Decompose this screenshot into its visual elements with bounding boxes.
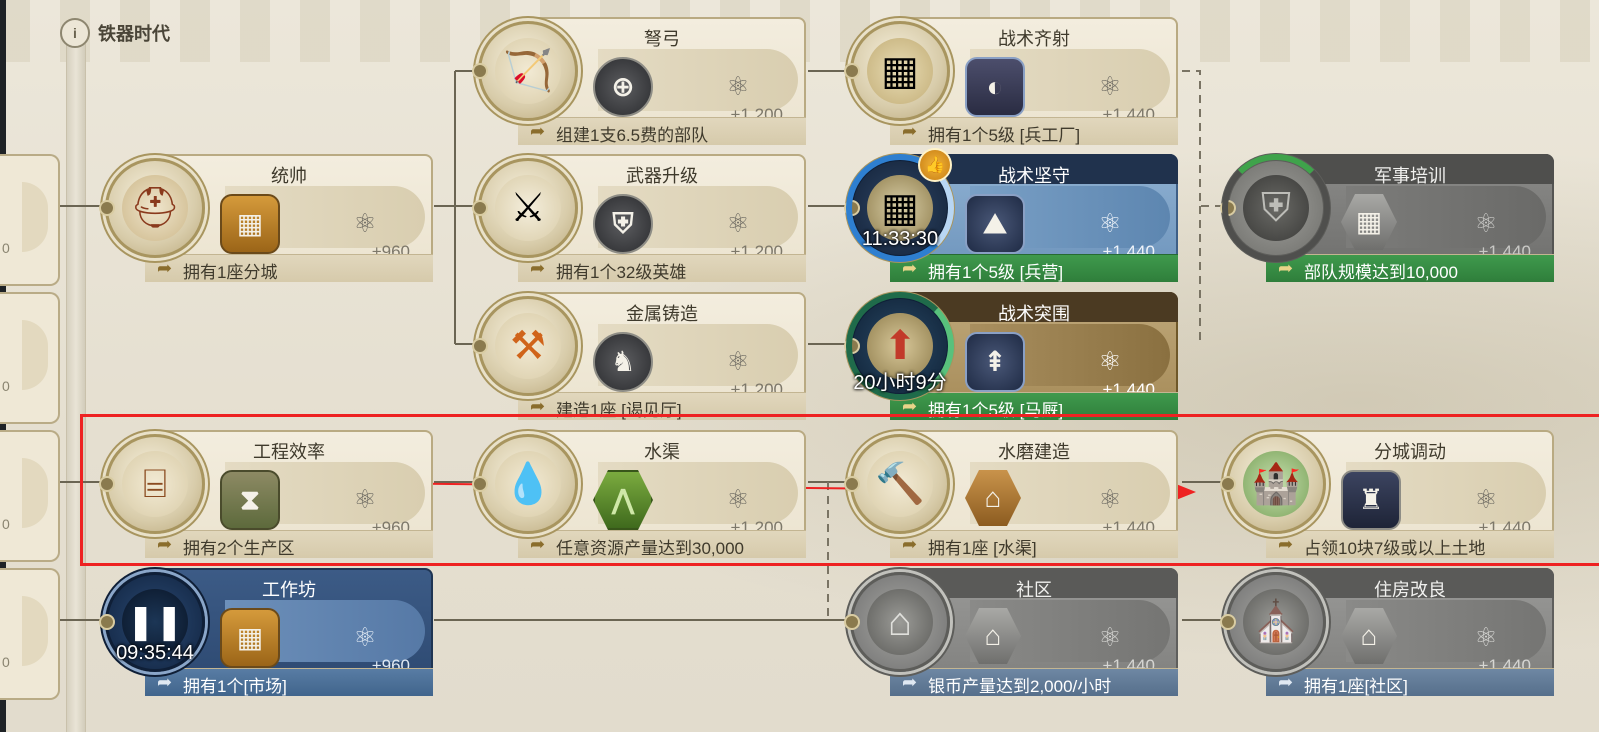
research-points-icon: ⚛ <box>1098 622 1122 652</box>
requirement: 部队规模达到10,000 <box>1304 263 1458 282</box>
requirement: 拥有1座[社区] <box>1304 677 1408 696</box>
tech-card-volley[interactable]: 战术齐射 ◐ ⚛ +1,440 ➦ 拥有1个5级 [兵工厂] ▦ <box>844 17 1180 145</box>
tech-title: 住房改良 <box>1374 580 1446 600</box>
research-timer: 11:33:30 <box>861 228 939 250</box>
crossbow-icon: 🏹 <box>478 21 578 121</box>
research-points-icon: ⚛ <box>726 346 750 376</box>
helmet-icon: ◐ <box>965 57 1025 117</box>
research-points-icon: ⚛ <box>726 208 750 238</box>
recommend-icon: 👍 <box>918 148 952 182</box>
annotation-highlight-box <box>80 414 1599 566</box>
helmet-icon: ⊕ <box>593 57 653 117</box>
defense-icon: ⛰ <box>965 194 1025 254</box>
tech-card-tactical-breakout[interactable]: 战术突围 ⇞ ⚛ +1,440 ➦ 拥有1个5级 [马厩] ⬆ 20小时9分 <box>844 292 1180 420</box>
stub-cost: 0 <box>2 240 10 256</box>
building-icon: ▦ <box>220 194 280 254</box>
shield-icon: ⛨ <box>593 194 653 254</box>
research-points-icon: ⚛ <box>1474 622 1498 652</box>
research-points-icon: ⚛ <box>1098 208 1122 238</box>
tech-card-housing-improvement[interactable]: 住房改良 ⌂ ⚛ +1,440 ➦ 拥有1座[社区] ⛪ <box>1220 568 1556 696</box>
tech-card-community[interactable]: 社区 ⌂ ⚛ +1,440 ➦ 银币产量达到2,000/小时 ⌂ <box>844 568 1180 696</box>
stub-cost: 0 <box>2 516 10 532</box>
tech-card-commander[interactable]: 统帅 ▦ ⚛ +960 ➦ 拥有1座分城 ⛑ <box>99 154 435 282</box>
tech-card-military-training[interactable]: 军事培训 ▦ ⚛ +1,440 ➦ 部队规模达到10,000 ⛨ <box>1220 154 1556 282</box>
helmet-icon: ⛑ <box>105 158 205 258</box>
requirement: 组建1支6.5费的部队 <box>556 126 709 145</box>
forge-icon: ⚒ <box>478 296 578 396</box>
research-points-icon: ⚛ <box>353 208 377 238</box>
requirement: 拥有1座分城 <box>183 263 278 282</box>
partial-card[interactable]: 0 <box>0 430 60 562</box>
arrow-icon: ⇞ <box>965 332 1025 392</box>
tech-title: 社区 <box>1016 580 1052 600</box>
tech-card-weapon-upgrade[interactable]: 武器升级 ⛨ ⚛ +1,200 ➦ 拥有1个32级英雄 ⚔ <box>472 154 808 282</box>
tech-card-metal-casting[interactable]: 金属铸造 ♞ ⚛ +1,200 ➦ 建造1座 [谒见厅] ⚒ <box>472 292 808 420</box>
horse-icon: ♞ <box>593 332 653 392</box>
stub-cost: 0 <box>2 378 10 394</box>
saber-icon: ⚔ <box>478 158 578 258</box>
research-timer: 09:35:44 <box>116 642 194 664</box>
stub-cost: 0 <box>2 654 10 670</box>
formation-icon: ▦ <box>850 21 950 121</box>
tech-title: 军事培训 <box>1374 166 1446 186</box>
tech-card-workshop[interactable]: 工作坊 ▦ ⚛ +960 ➦ 拥有1个[市场] ❚❚ 09:35:44 <box>99 568 435 696</box>
requirement: 拥有1个5级 [兵营] <box>928 263 1064 282</box>
tech-tree-canvas[interactable]: i 铁器时代 0 0 0 0 弩弓 ⊕ ⚛ +1,200 ➦ 组建1支6.5费的… <box>0 0 1599 732</box>
partial-card[interactable]: 0 <box>0 154 60 286</box>
requirement: 拥有1个[市场] <box>183 677 287 696</box>
building-icon: ▦ <box>220 608 280 668</box>
requirement: 拥有1个5级 [兵工厂] <box>928 126 1081 145</box>
research-points-icon: ⚛ <box>1474 208 1498 238</box>
partial-card[interactable]: 0 <box>0 568 60 700</box>
research-points-icon: ⚛ <box>353 622 377 652</box>
requirement: 拥有1个32级英雄 <box>556 263 687 282</box>
research-points-icon: ⚛ <box>1098 346 1122 376</box>
research-timer: 20小时9分 <box>853 372 947 394</box>
requirement: 银币产量达到2,000/小时 <box>928 677 1112 696</box>
tech-card-tactical-hold[interactable]: 战术坚守 ⛰ ⚛ +1,440 ➦ 拥有1个5级 [兵营] ▦ 11:33:30 … <box>844 148 1180 282</box>
research-points-icon: ⚛ <box>1098 71 1122 101</box>
research-points-icon: ⚛ <box>726 71 750 101</box>
tech-title: 战术突围 <box>998 304 1070 324</box>
tech-card-crossbow[interactable]: 弩弓 ⊕ ⚛ +1,200 ➦ 组建1支6.5费的部队 🏹 <box>472 17 808 145</box>
partial-card[interactable]: 0 <box>0 292 60 424</box>
